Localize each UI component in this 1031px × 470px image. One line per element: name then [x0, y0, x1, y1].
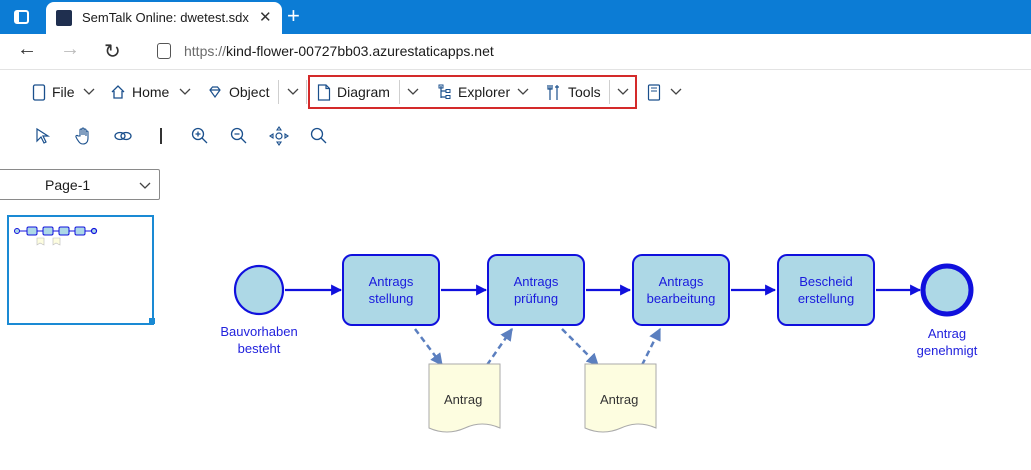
data-flow: [414, 328, 443, 366]
process-label: Bescheid erstellung: [797, 274, 855, 306]
process-label: Antrags stellung: [368, 274, 414, 306]
diagram-connectors: [233, 263, 974, 433]
process-bescheid-erstellung[interactable]: Bescheid erstellung: [777, 254, 875, 326]
end-event: [920, 263, 974, 317]
process-label: Antrags bearbeitung: [646, 274, 716, 306]
start-event: [233, 264, 285, 316]
data-flow: [485, 327, 514, 366]
process-label: Antrags prüfung: [513, 274, 559, 306]
start-event-label: Bauvorhaben besteht: [220, 324, 298, 356]
process-antrags-pruefung[interactable]: Antrags prüfung: [487, 254, 585, 326]
document-label: Antrag: [444, 392, 483, 407]
process-antrags-stellung[interactable]: Antrags stellung: [342, 254, 440, 326]
document-label: Antrag: [600, 392, 639, 407]
end-event-label: Antrag genehmigt: [916, 326, 978, 358]
data-flow: [561, 328, 599, 366]
data-flow: [640, 327, 662, 366]
process-antrags-bearbeitung[interactable]: Antrags bearbeitung: [632, 254, 730, 326]
